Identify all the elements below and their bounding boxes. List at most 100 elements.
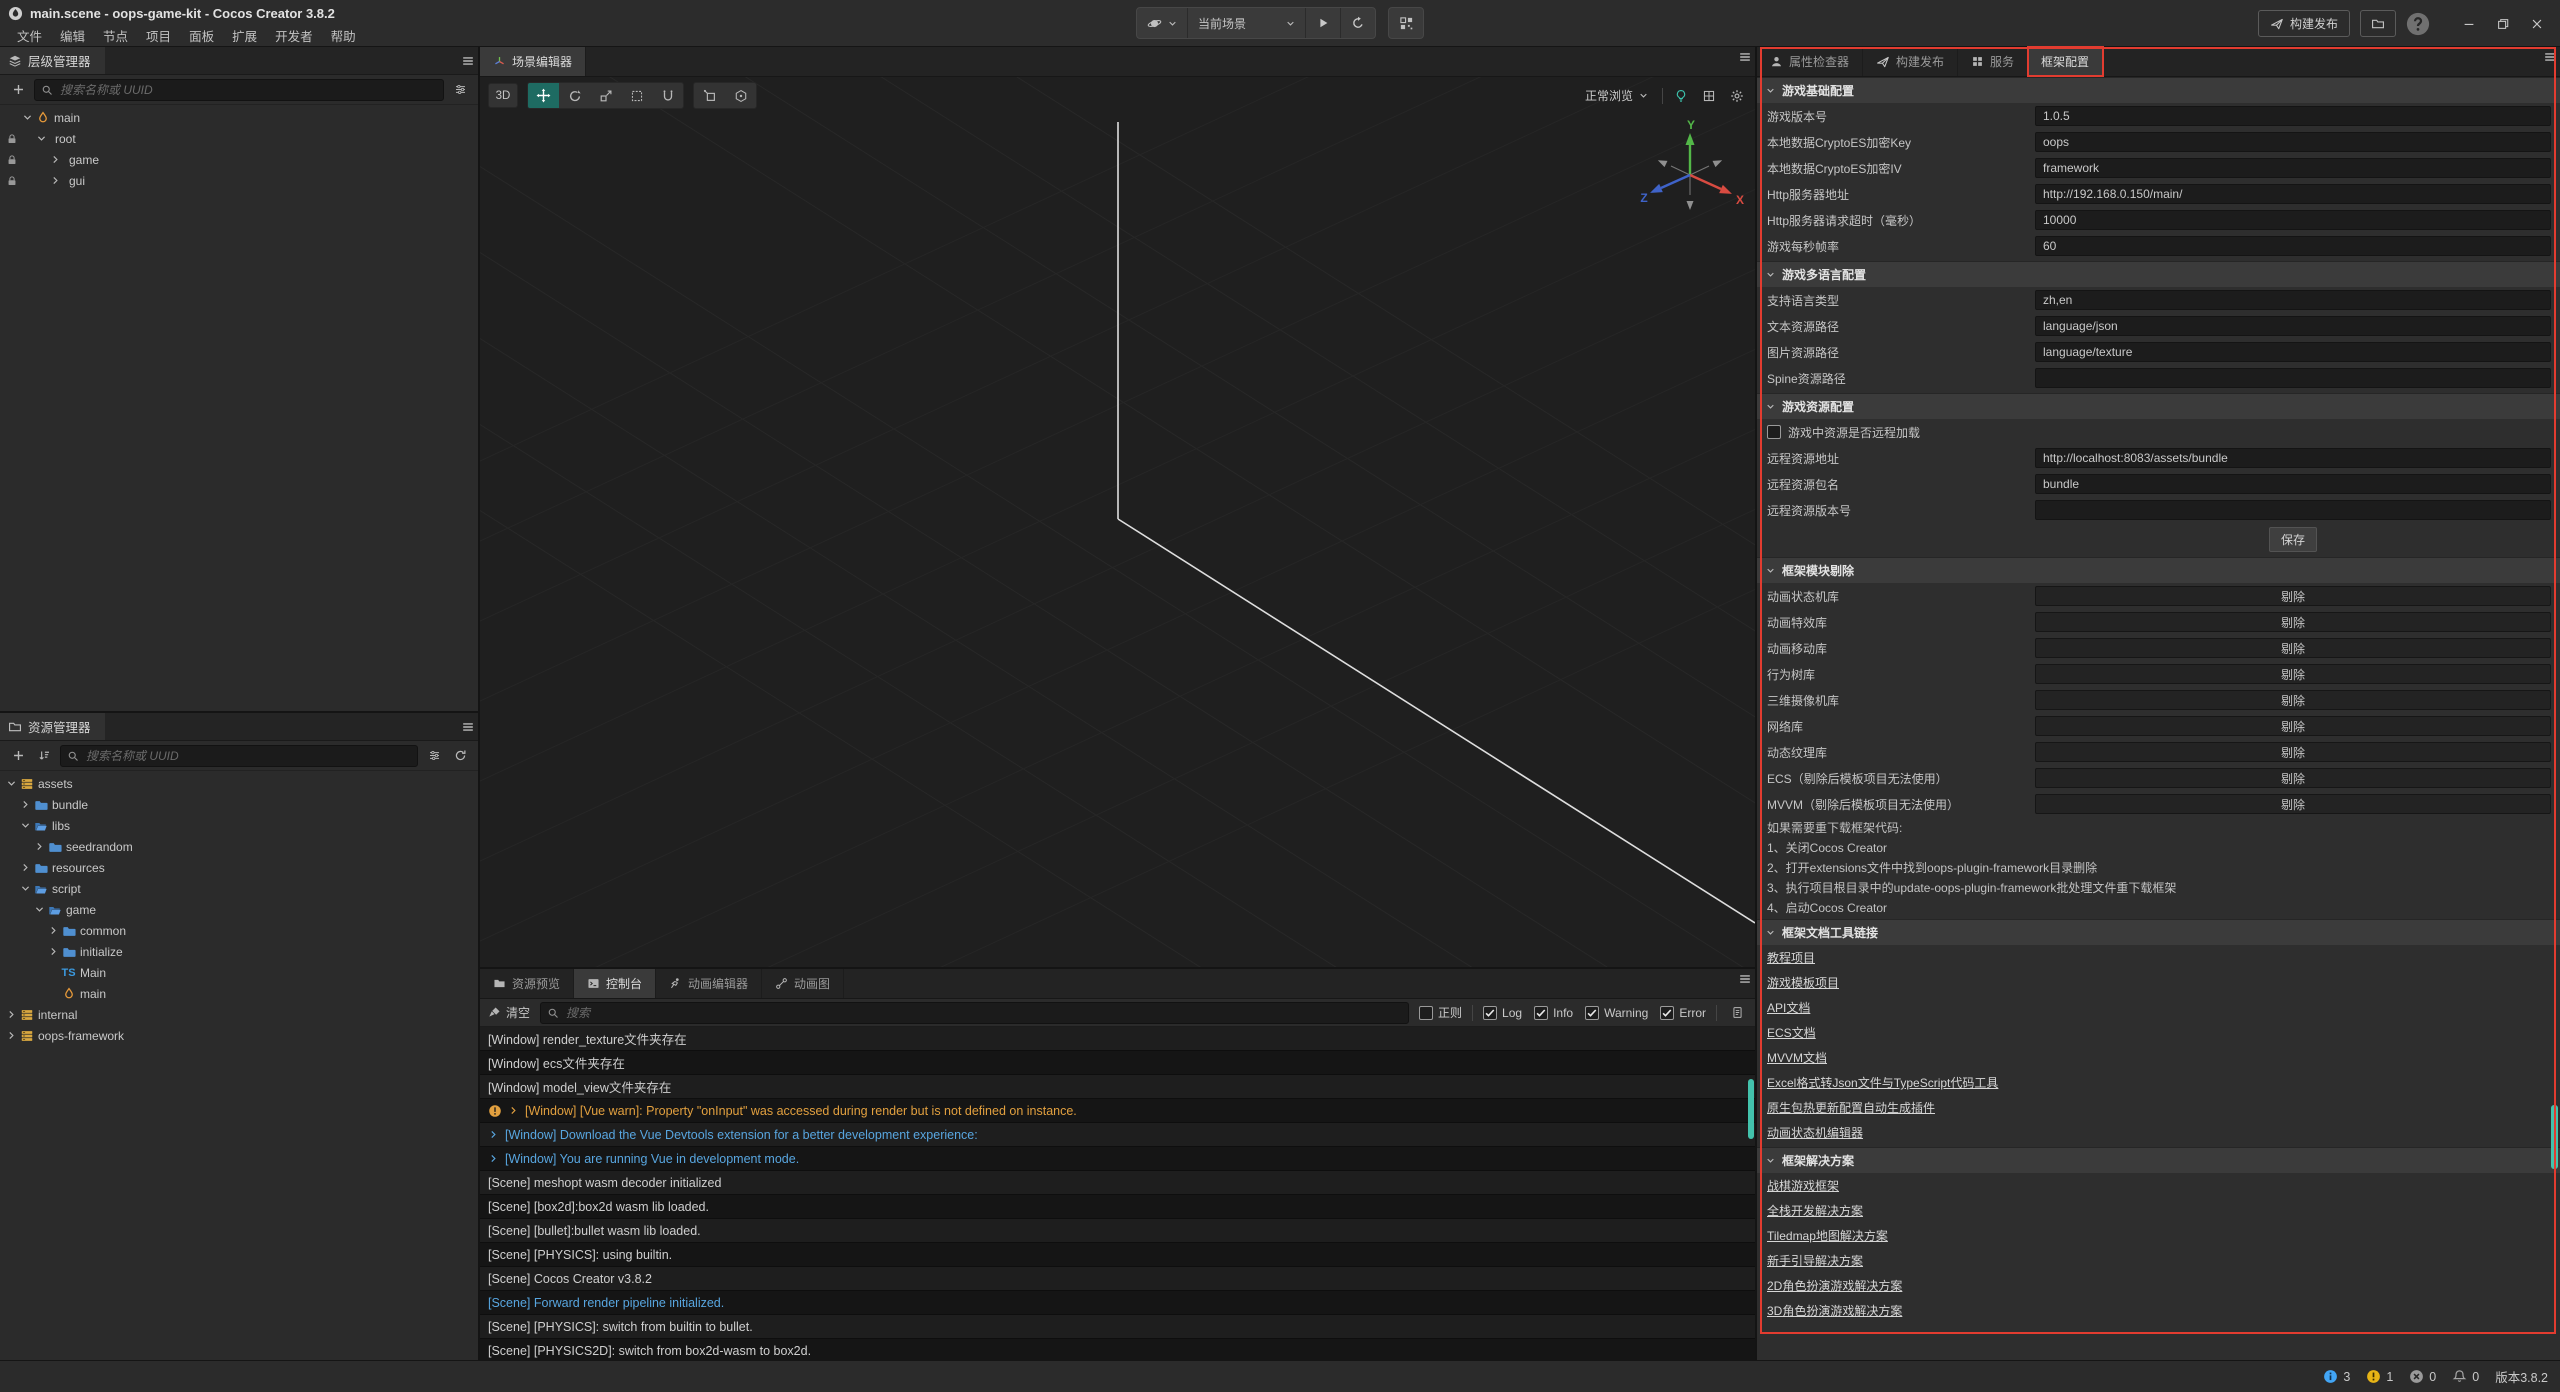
scene-viewport[interactable]: YXZ 3D xyxy=(480,77,1755,967)
log-row[interactable]: [Scene] Forward render pipeline initiali… xyxy=(480,1291,1755,1315)
menu-item-节点[interactable]: 节点 xyxy=(94,24,137,47)
remove-module-button[interactable]: 剔除 xyxy=(2035,794,2551,814)
console-menu-button[interactable] xyxy=(1735,969,1755,989)
field-input-文本资源路径[interactable] xyxy=(2035,316,2551,336)
field-input-图片资源路径[interactable] xyxy=(2035,342,2551,362)
play-button[interactable] xyxy=(1306,8,1341,38)
doc-link-原生包热更新配置自动生成插件[interactable]: 原生包热更新配置自动生成插件 xyxy=(1767,1099,1935,1116)
inspector-menu-button[interactable] xyxy=(2540,47,2560,67)
status-error[interactable]: 0 xyxy=(2409,1369,2436,1384)
hierarchy-filter-button[interactable] xyxy=(450,80,470,100)
regex-checkbox[interactable]: 正则 xyxy=(1419,1004,1462,1021)
console-scrollbar[interactable] xyxy=(1748,1079,1754,1139)
field-input-游戏每秒帧率[interactable] xyxy=(2035,236,2551,256)
doc-link-MVVM文档[interactable]: MVVM文档 xyxy=(1767,1049,1827,1066)
view-grid-button[interactable] xyxy=(1699,86,1719,106)
assets-node-main[interactable]: main xyxy=(0,983,478,1004)
lighting-toggle[interactable] xyxy=(1671,86,1691,106)
assets-menu-button[interactable] xyxy=(458,717,478,737)
hierarchy-node-root[interactable]: root xyxy=(0,128,478,149)
assets-refresh-button[interactable] xyxy=(450,746,470,766)
assets-node-internal[interactable]: internal xyxy=(0,1004,478,1025)
filter-error[interactable]: Error xyxy=(1660,1006,1706,1020)
remove-module-button[interactable]: 剔除 xyxy=(2035,768,2551,788)
field-input-游戏版本号[interactable] xyxy=(2035,106,2551,126)
section-header-框架模块剔除[interactable]: 框架模块剔除 xyxy=(1757,557,2560,583)
remove-module-button[interactable]: 剔除 xyxy=(2035,690,2551,710)
doc-link-ECS文档[interactable]: ECS文档 xyxy=(1767,1024,1816,1041)
build-publish-button[interactable]: 构建发布 xyxy=(2258,10,2350,37)
assets-node-initialize[interactable]: initialize xyxy=(0,941,478,962)
remove-module-button[interactable]: 剔除 xyxy=(2035,664,2551,684)
tab-框架配置[interactable]: 框架配置 xyxy=(2028,47,2103,76)
tab-构建发布[interactable]: 构建发布 xyxy=(1863,47,1958,76)
log-row[interactable]: [Scene] [box2d]:box2d wasm lib loaded. xyxy=(480,1195,1755,1219)
log-row[interactable]: [Scene] [PHYSICS2D]: switch from box2d-w… xyxy=(480,1339,1755,1360)
section-header-游戏基础配置[interactable]: 游戏基础配置 xyxy=(1757,77,2560,103)
assets-node-resources[interactable]: resources xyxy=(0,857,478,878)
hierarchy-search-input[interactable] xyxy=(58,82,437,98)
log-file-button[interactable] xyxy=(1727,1003,1747,1023)
scene-select-dropdown[interactable]: 当前场景 xyxy=(1188,8,1306,38)
maximize-button[interactable] xyxy=(2486,9,2520,39)
remove-module-button[interactable]: 剔除 xyxy=(2035,638,2551,658)
menu-item-编辑[interactable]: 编辑 xyxy=(51,24,94,47)
field-input-远程资源版本号[interactable] xyxy=(2035,500,2551,520)
open-project-folder-button[interactable] xyxy=(2360,10,2396,37)
assets-node-bundle[interactable]: bundle xyxy=(0,794,478,815)
rotate-tool[interactable] xyxy=(559,83,590,108)
tab-属性检查器[interactable]: 属性检查器 xyxy=(1757,47,1863,76)
tab-资源预览[interactable]: 资源预览 xyxy=(480,969,574,998)
section-header-游戏资源配置[interactable]: 游戏资源配置 xyxy=(1757,393,2560,419)
menu-item-面板[interactable]: 面板 xyxy=(180,24,223,47)
assets-node-seedrandom[interactable]: seedrandom xyxy=(0,836,478,857)
assets-node-assets[interactable]: assets xyxy=(0,773,478,794)
minimize-button[interactable] xyxy=(2452,9,2486,39)
tab-控制台[interactable]: 控制台 xyxy=(574,969,656,998)
mode-3d-toggle[interactable]: 3D xyxy=(488,83,518,108)
expand-chevron-icon[interactable] xyxy=(488,1129,499,1140)
doc-link-Tiledmap地图解决方案[interactable]: Tiledmap地图解决方案 xyxy=(1767,1227,1888,1244)
menu-item-项目[interactable]: 项目 xyxy=(137,24,180,47)
assets-node-oops-framework[interactable]: oops-framework xyxy=(0,1025,478,1046)
section-header-框架文档工具链接[interactable]: 框架文档工具链接 xyxy=(1757,919,2560,945)
section-header-游戏多语言配置[interactable]: 游戏多语言配置 xyxy=(1757,261,2560,287)
field-input-远程资源包名[interactable] xyxy=(2035,474,2551,494)
doc-link-教程项目[interactable]: 教程项目 xyxy=(1767,949,1815,966)
menu-item-帮助[interactable]: 帮助 xyxy=(322,24,365,47)
log-row[interactable]: [Scene] Cocos Creator v3.8.2 xyxy=(480,1267,1755,1291)
log-row[interactable]: [Scene] [bullet]:bullet wasm lib loaded. xyxy=(480,1219,1755,1243)
scale-tool[interactable] xyxy=(590,83,621,108)
log-row[interactable]: [Window] ecs文件夹存在 xyxy=(480,1051,1755,1075)
expand-chevron-icon[interactable] xyxy=(508,1105,519,1116)
assets-node-game[interactable]: game xyxy=(0,899,478,920)
assets-node-Main[interactable]: TSMain xyxy=(0,962,478,983)
field-input-Http服务器请求超时（毫秒）[interactable] xyxy=(2035,210,2551,230)
create-asset-button[interactable] xyxy=(8,746,28,766)
tab-动画编辑器[interactable]: 动画编辑器 xyxy=(656,969,762,998)
doc-link-Excel格式转Json文件与TypeScript代码工具[interactable]: Excel格式转Json文件与TypeScript代码工具 xyxy=(1767,1074,1998,1091)
anchor-tool[interactable] xyxy=(652,83,683,108)
platform-select[interactable] xyxy=(1137,8,1188,38)
hierarchy-menu-button[interactable] xyxy=(458,51,478,71)
field-input-Spine资源路径[interactable] xyxy=(2035,368,2551,388)
status-info[interactable]: 3 xyxy=(2323,1369,2350,1384)
console-clear-button[interactable]: 清空 xyxy=(488,1004,530,1021)
menu-item-文件[interactable]: 文件 xyxy=(8,24,51,47)
doc-link-API文档[interactable]: API文档 xyxy=(1767,999,1810,1016)
scene-menu-button[interactable] xyxy=(1735,47,1755,67)
checkbox-unchecked[interactable] xyxy=(1767,425,1781,439)
log-row[interactable]: [Scene] meshopt wasm decoder initialized xyxy=(480,1171,1755,1195)
save-button[interactable]: 保存 xyxy=(2269,527,2317,552)
coordinate-toggle[interactable] xyxy=(725,83,756,108)
field-input-Http服务器地址[interactable] xyxy=(2035,184,2551,204)
doc-link-战棋游戏框架[interactable]: 战棋游戏框架 xyxy=(1767,1177,1839,1194)
section-header-框架解决方案[interactable]: 框架解决方案 xyxy=(1757,1147,2560,1173)
doc-link-动画状态机编辑器[interactable]: 动画状态机编辑器 xyxy=(1767,1124,1863,1141)
hierarchy-node-main[interactable]: main xyxy=(0,107,478,128)
menu-item-扩展[interactable]: 扩展 xyxy=(223,24,266,47)
doc-link-全栈开发解决方案[interactable]: 全栈开发解决方案 xyxy=(1767,1202,1863,1219)
restart-button[interactable] xyxy=(1341,8,1375,38)
log-row[interactable]: [Window] [Vue warn]: Property "onInput" … xyxy=(480,1099,1755,1123)
status-notifications[interactable]: 0 xyxy=(2452,1369,2479,1384)
